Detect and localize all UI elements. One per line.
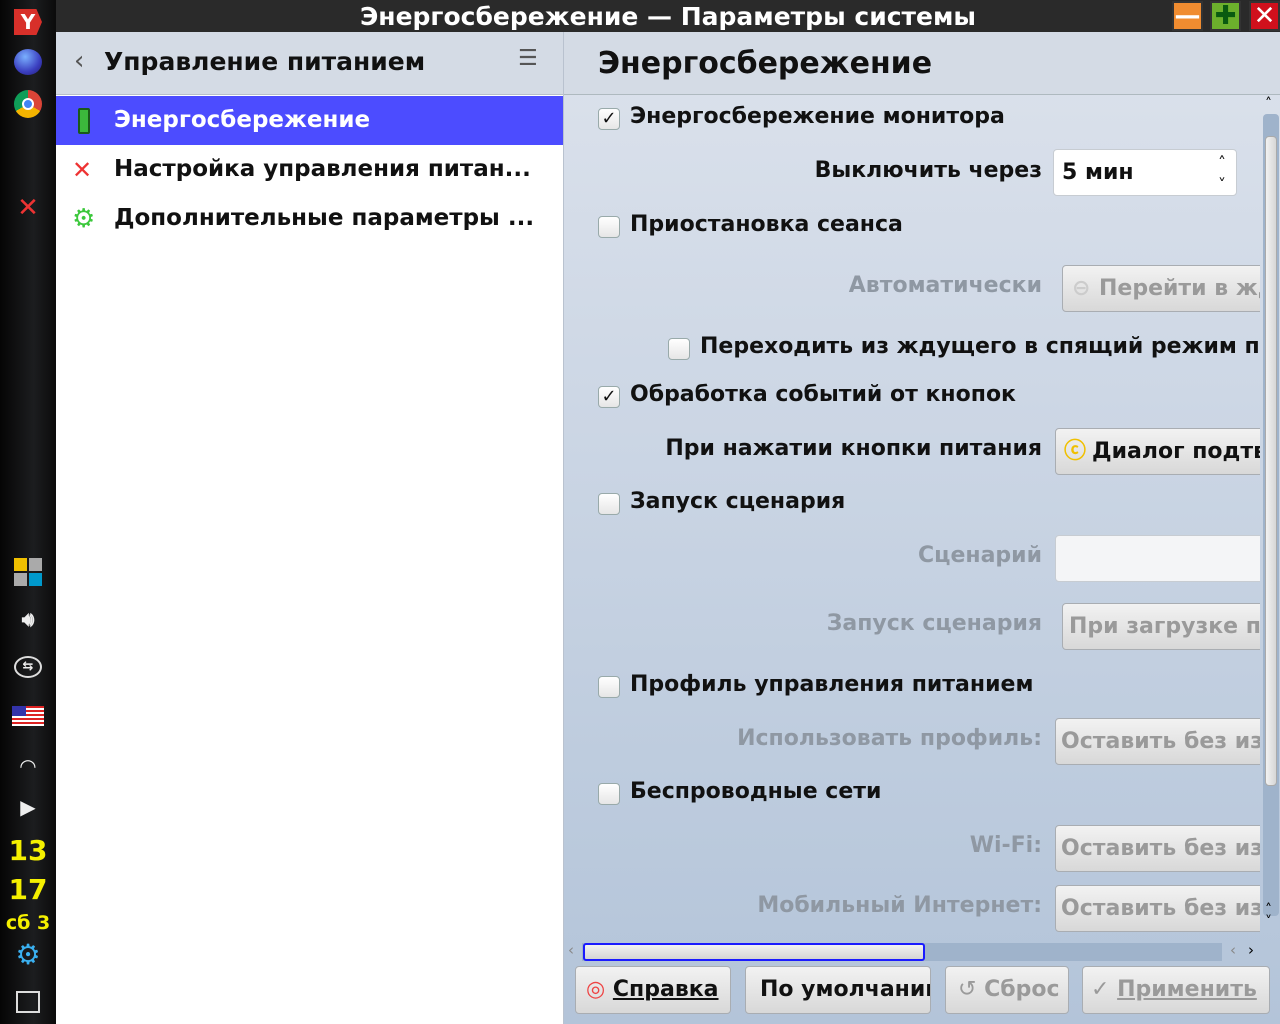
run-script-select[interactable]: При загрузке пр (1062, 603, 1260, 650)
undo-icon: ↺ (958, 977, 977, 1002)
sidebar-item-power-settings[interactable]: ✕ Настройка управления питан... (56, 145, 563, 194)
main-panel: Энергосбережение ✓ Энергосбережение мони… (564, 32, 1280, 1024)
us-flag-icon[interactable] (12, 700, 44, 732)
auto-select[interactable]: ⊖ Перейти в жд (1062, 265, 1260, 312)
sidebar-item-label: Дополнительные параметры ... (114, 205, 535, 231)
power-value: Диалог подтв (1092, 439, 1260, 464)
power-button-label: При нажатии кнопки питания (665, 436, 1042, 461)
system-settings-icon[interactable]: ✕ (8, 192, 48, 224)
reset-label: Сброс (984, 977, 1060, 1002)
back-icon[interactable]: ‹ (74, 46, 84, 76)
battery-icon (78, 108, 90, 134)
auto-label: Автоматически (848, 273, 1042, 298)
dialog-icon: ⓒ (1064, 439, 1087, 464)
wireless-label: Беспроводные сети (630, 779, 882, 804)
auto-value: Перейти в жд (1099, 276, 1260, 301)
defaults-button[interactable]: По умолчанию (745, 966, 931, 1014)
vertical-scroll-thumb[interactable] (1265, 136, 1277, 786)
title-bar: Энергосбережение — Параметры системы — ✚… (56, 0, 1280, 32)
check-icon: ✓ (1091, 977, 1110, 1002)
minimize-button[interactable]: — (1172, 1, 1203, 31)
scroll-up-icon[interactable]: ˄ (1265, 96, 1272, 112)
sidebar-item-advanced[interactable]: ⚙ Дополнительные параметры ... (56, 194, 563, 243)
horizontal-scroll-thumb[interactable] (583, 943, 925, 961)
scroll-down-icon[interactable]: ˄ ˅ (1265, 903, 1272, 929)
sidebar-item-label: Настройка управления питан... (114, 156, 531, 182)
profile-label: Профиль управления питанием (630, 672, 1034, 697)
scroll-left-icon[interactable]: ‹ (1230, 941, 1236, 959)
button-events-checkbox[interactable]: ✓ (598, 386, 620, 408)
maximize-button[interactable]: ✚ (1210, 1, 1241, 31)
lifebuoy-icon: ◎ (586, 977, 606, 1002)
hybrid-label: Переходить из ждущего в спящий режим пр (700, 334, 1260, 359)
use-profile-select[interactable]: Оставить без из (1055, 718, 1260, 765)
scroll-left-icon[interactable]: ‹ (568, 941, 574, 959)
pager-icon[interactable] (12, 556, 44, 588)
off-spinbox[interactable]: 5 мин ˄ ˅ (1053, 149, 1237, 196)
wifi-select[interactable]: Оставить без из (1055, 825, 1260, 872)
clock-date[interactable]: сб 3 (0, 912, 56, 934)
apply-label: Применить (1117, 977, 1257, 1002)
suspend-checkbox[interactable] (598, 216, 620, 238)
close-button[interactable]: ✕ (1249, 1, 1280, 31)
page-title: Энергосбережение (564, 32, 1280, 95)
run-script-label: Запуск сценария (826, 611, 1042, 636)
wifi-label: Wi-Fi: (969, 833, 1042, 858)
apply-button[interactable]: ✓ Применить (1082, 966, 1270, 1014)
menu-icon[interactable]: ☰ (518, 46, 538, 71)
horizontal-scrollbar[interactable]: ‹ ‹ › (568, 941, 1258, 961)
sidebar-title: Управление питанием (104, 47, 426, 76)
wifi-icon[interactable]: ◠ (12, 750, 44, 782)
defaults-label: По умолчанию (760, 977, 931, 1002)
monitor-label: Энергосбережение монитора (630, 104, 1005, 129)
script-input[interactable] (1055, 535, 1260, 582)
clock-hour[interactable]: 13 (0, 834, 56, 867)
use-profile-label: Использовать профиль: (737, 726, 1042, 751)
script-label: Сценарий (918, 543, 1042, 568)
show-desktop-icon[interactable] (12, 986, 44, 1018)
off-value: 5 мин (1062, 160, 1134, 185)
mobile-label: Мобильный Интернет: (757, 893, 1042, 918)
monitor-checkbox[interactable]: ✓ (598, 108, 620, 130)
tools-icon: ✕ (72, 156, 93, 184)
expand-arrow-icon[interactable]: ▶ (12, 791, 44, 823)
mobile-select[interactable]: Оставить без из (1055, 885, 1260, 932)
scroll-right-icon[interactable]: › (1248, 941, 1254, 959)
usb-icon[interactable]: ⇆ (12, 651, 44, 683)
settings-form: ✓ Энергосбережение монитора Выключить че… (564, 96, 1260, 976)
volume-icon[interactable]: 🔊︎ (12, 603, 44, 635)
help-button[interactable]: ◎ Справка (575, 966, 731, 1014)
script-section-label: Запуск сценария (630, 489, 846, 514)
window-title: Энергосбережение — Параметры системы (359, 2, 977, 31)
sidebar-header: ‹ Управление питанием ☰ (56, 32, 563, 95)
help-label: Справка (612, 977, 719, 1002)
vertical-scrollbar[interactable]: ˄ ˄ ˅ (1262, 96, 1280, 944)
firefox-icon[interactable] (12, 46, 44, 78)
button-events-label: Обработка событий от кнопок (630, 382, 1016, 407)
clock-minute[interactable]: 17 (0, 873, 56, 906)
suspend-label: Приостановка сеанса (630, 212, 903, 237)
spin-arrows-icon[interactable]: ˄ ˅ (1218, 152, 1226, 195)
gear-icon: ⚙ (72, 204, 96, 234)
reset-button[interactable]: ↺ Сброс (945, 966, 1069, 1014)
sidebar-item-label: Энергосбережение (114, 107, 371, 133)
sidebar: ‹ Управление питанием ☰ Энергосбережение… (56, 32, 564, 1024)
taskbar: Y ✕ 🔊︎ ⇆ ◠ ▶ 13 17 сб 3 ⚙ (0, 0, 56, 1024)
power-button-select[interactable]: ⓒ Диалог подтв (1055, 428, 1260, 475)
sleep-icon: ⊖ (1072, 276, 1091, 301)
off-label: Выключить через (814, 158, 1042, 183)
script-checkbox[interactable] (598, 493, 620, 515)
chrome-icon[interactable] (12, 88, 44, 120)
sidebar-item-energy-saving[interactable]: Энергосбережение (56, 96, 563, 145)
kde-menu-icon[interactable]: ⚙ (12, 938, 44, 971)
yandex-browser-icon[interactable]: Y (12, 6, 44, 38)
profile-checkbox[interactable] (598, 676, 620, 698)
hybrid-checkbox[interactable] (668, 338, 690, 360)
wireless-checkbox[interactable] (598, 783, 620, 805)
